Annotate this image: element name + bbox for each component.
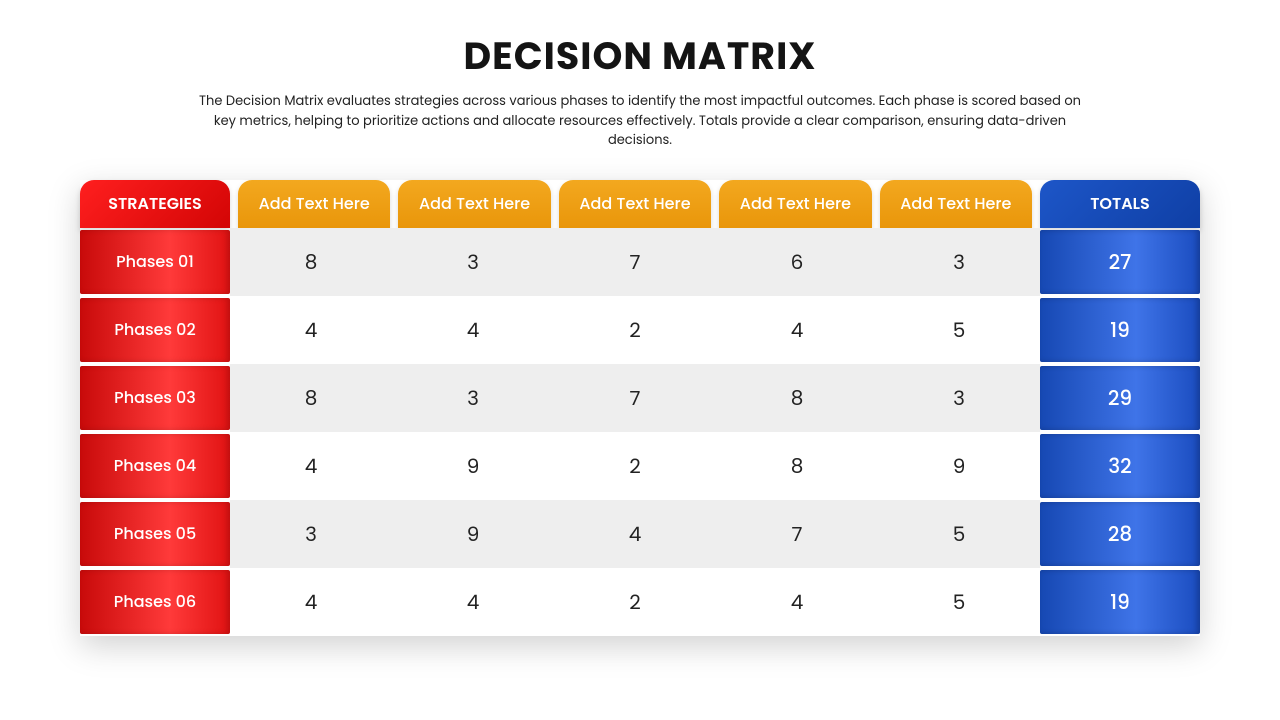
phase-label: Phases 04 — [80, 434, 230, 498]
table-row: Phases 01 8 3 7 6 3 27 — [80, 228, 1200, 296]
table-row: Phases 02 4 4 2 4 5 19 — [80, 296, 1200, 364]
table-row: Phases 06 4 4 2 4 5 19 — [80, 568, 1200, 636]
header-col3: Add Text Here — [559, 180, 711, 228]
table-row: Phases 05 3 9 4 7 5 28 — [80, 500, 1200, 568]
cell-value: 9 — [392, 500, 554, 568]
cell-value: 4 — [230, 296, 392, 364]
table-row: Phases 03 8 3 7 8 3 29 — [80, 364, 1200, 432]
cell-value: 5 — [878, 500, 1040, 568]
cell-value: 7 — [554, 364, 716, 432]
header-row: STRATEGIES Add Text Here Add Text Here A… — [80, 180, 1200, 228]
total-value: 28 — [1040, 502, 1200, 566]
cell-value: 4 — [230, 432, 392, 500]
page-title: DECISION MATRIX — [464, 28, 817, 85]
header-strategies: STRATEGIES — [80, 180, 230, 228]
header-col4: Add Text Here — [719, 180, 871, 228]
cell-value: 7 — [554, 228, 716, 296]
decision-matrix: STRATEGIES Add Text Here Add Text Here A… — [80, 180, 1200, 636]
cell-value: 9 — [878, 432, 1040, 500]
phase-label: Phases 01 — [80, 230, 230, 294]
total-value: 19 — [1040, 570, 1200, 634]
phase-label: Phases 06 — [80, 570, 230, 634]
cell-value: 4 — [392, 296, 554, 364]
cell-value: 2 — [554, 568, 716, 636]
cell-value: 9 — [392, 432, 554, 500]
header-totals: TOTALS — [1040, 180, 1200, 228]
total-value: 32 — [1040, 434, 1200, 498]
cell-value: 4 — [554, 500, 716, 568]
cell-value: 3 — [392, 364, 554, 432]
total-value: 29 — [1040, 366, 1200, 430]
table-row: Phases 04 4 9 2 8 9 32 — [80, 432, 1200, 500]
cell-value: 6 — [716, 228, 878, 296]
cell-value: 8 — [716, 364, 878, 432]
cell-value: 3 — [878, 228, 1040, 296]
total-value: 27 — [1040, 230, 1200, 294]
cell-value: 3 — [230, 500, 392, 568]
total-value: 19 — [1040, 298, 1200, 362]
cell-value: 4 — [716, 296, 878, 364]
cell-value: 3 — [392, 228, 554, 296]
header-col5: Add Text Here — [880, 180, 1032, 228]
cell-value: 4 — [230, 568, 392, 636]
phase-label: Phases 05 — [80, 502, 230, 566]
matrix-body: Phases 01 8 3 7 6 3 27 Phases 02 4 4 2 4… — [80, 228, 1200, 636]
cell-value: 8 — [230, 228, 392, 296]
header-col2: Add Text Here — [398, 180, 550, 228]
cell-value: 8 — [230, 364, 392, 432]
cell-value: 5 — [878, 296, 1040, 364]
cell-value: 5 — [878, 568, 1040, 636]
cell-value: 7 — [716, 500, 878, 568]
cell-value: 4 — [392, 568, 554, 636]
cell-value: 8 — [716, 432, 878, 500]
page-subtitle: The Decision Matrix evaluates strategies… — [190, 91, 1090, 150]
cell-value: 2 — [554, 432, 716, 500]
phase-label: Phases 03 — [80, 366, 230, 430]
cell-value: 2 — [554, 296, 716, 364]
cell-value: 3 — [878, 364, 1040, 432]
phase-label: Phases 02 — [80, 298, 230, 362]
header-col1: Add Text Here — [238, 180, 390, 228]
cell-value: 4 — [716, 568, 878, 636]
